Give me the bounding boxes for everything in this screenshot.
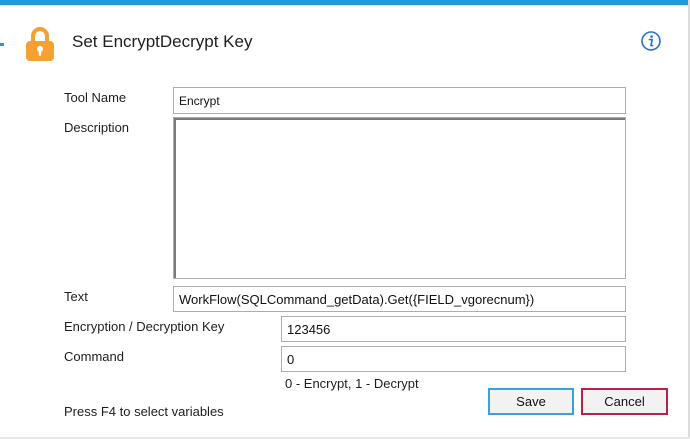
window-top-divider (0, 5, 690, 6)
dialog-title: Set EncryptDecrypt Key (72, 32, 253, 51)
window-left-accent (0, 43, 4, 46)
text-label: Text (64, 289, 88, 304)
text-input[interactable]: WorkFlow(SQLCommand_getData).Get({FIELD_… (173, 286, 626, 312)
command-hint: 0 - Encrypt, 1 - Decrypt (285, 376, 419, 391)
description-textarea-edge (174, 118, 625, 120)
variables-hint: Press F4 to select variables (64, 404, 224, 419)
encryption-key-input[interactable]: 123456 (281, 316, 626, 342)
encryption-key-label: Encryption / Decryption Key (64, 319, 225, 334)
lock-icon (26, 27, 54, 61)
cancel-button[interactable]: Cancel (581, 388, 668, 415)
description-label: Description (64, 120, 130, 135)
command-label: Command (64, 349, 124, 364)
tool-name-input[interactable]: Encrypt (173, 87, 626, 114)
command-input[interactable]: 0 (281, 346, 626, 372)
description-textarea[interactable] (173, 117, 626, 279)
info-icon[interactable] (640, 30, 662, 52)
tool-name-label: Tool Name (64, 90, 127, 105)
save-button[interactable]: Save (488, 388, 574, 415)
description-textarea-edge (174, 118, 176, 278)
